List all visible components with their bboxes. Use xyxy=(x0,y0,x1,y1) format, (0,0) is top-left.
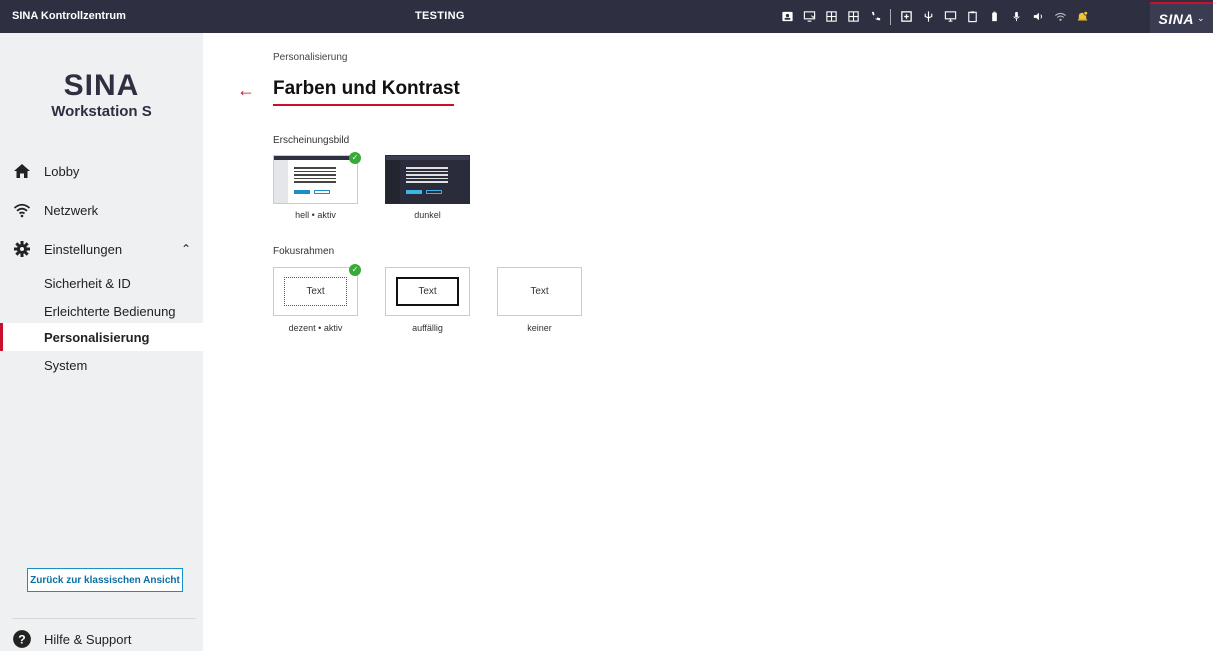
home-icon xyxy=(12,162,32,180)
tray-separator xyxy=(890,8,891,25)
focus-option-none[interactable]: Text xyxy=(497,267,582,316)
sidebar: SINA Workstation S Lobby Netzwerk Einste… xyxy=(0,33,203,651)
clipboard-icon[interactable] xyxy=(961,0,983,33)
grid-icon[interactable] xyxy=(820,0,842,33)
focus-sample-text: Text xyxy=(530,286,549,297)
sidebar-item-einstellungen[interactable]: Einstellungen ⌃ xyxy=(0,235,203,263)
brand-logo-small: SINA xyxy=(1158,10,1194,27)
brand-block: SINA Workstation S xyxy=(0,69,203,121)
breadcrumb[interactable]: Personalisierung xyxy=(273,52,348,63)
battery-icon[interactable] xyxy=(983,0,1005,33)
page-title: Farben und Kontrast xyxy=(273,78,460,99)
focus-sample-text: Text xyxy=(306,286,325,297)
svg-text:?: ? xyxy=(18,632,25,646)
usb-icon[interactable] xyxy=(917,0,939,33)
back-arrow-icon[interactable]: ← xyxy=(237,81,255,99)
sidebar-item-label: Lobby xyxy=(44,163,80,179)
title-underline xyxy=(273,104,454,106)
main-content: Personalisierung ← Farben und Kontrast E… xyxy=(203,33,1213,651)
sidebar-subitem-erleichterte-bedienung[interactable]: Erleichterte Bedienung xyxy=(0,297,203,325)
appearance-option-dark[interactable] xyxy=(385,155,470,204)
classic-view-button[interactable]: Zurück zur klassischen Ansicht xyxy=(27,568,183,592)
sidebar-item-label: Netzwerk xyxy=(44,202,99,218)
brand-logo: SINA xyxy=(63,69,140,102)
sidebar-subitem-personalisierung[interactable]: Personalisierung xyxy=(0,323,203,351)
focus-caption-none: keiner xyxy=(527,323,552,333)
appearance-label: Erscheinungsbild xyxy=(273,135,350,146)
check-icon: ✓ xyxy=(349,264,361,276)
focus-frame-label: Fokusrahmen xyxy=(273,246,335,257)
focus-sample-text: Text xyxy=(418,286,437,297)
phone-icon[interactable] xyxy=(864,0,886,33)
check-icon: ✓ xyxy=(349,152,361,164)
chevron-up-icon[interactable]: ⌃ xyxy=(181,242,191,256)
product-name: Workstation S xyxy=(51,103,152,120)
desktop-connect-icon[interactable] xyxy=(798,0,820,33)
sidebar-item-lobby[interactable]: Lobby xyxy=(0,157,203,185)
wifi-icon xyxy=(12,201,32,219)
appearance-caption-dark: dunkel xyxy=(414,210,441,220)
grid-alt-icon[interactable] xyxy=(842,0,864,33)
sidebar-subitem-system[interactable]: System xyxy=(0,351,203,379)
id-card-icon[interactable] xyxy=(776,0,798,33)
sidebar-item-netzwerk[interactable]: Netzwerk xyxy=(0,196,203,224)
gear-icon xyxy=(12,240,32,258)
notification-bell-icon[interactable] xyxy=(1071,0,1093,33)
focus-caption-subtle: dezent • aktiv xyxy=(288,323,343,333)
app-title: SINA Kontrollzentrum xyxy=(12,10,126,22)
brand-menu[interactable]: SINA ⌄ xyxy=(1150,2,1213,33)
focus-option-bold[interactable]: Text xyxy=(385,267,470,316)
window-add-icon[interactable] xyxy=(895,0,917,33)
monitor-icon[interactable] xyxy=(939,0,961,33)
environment-label: TESTING xyxy=(415,10,465,22)
help-icon: ? xyxy=(12,629,32,649)
sidebar-item-label: Einstellungen xyxy=(44,241,123,257)
sidebar-divider xyxy=(12,618,196,619)
help-support-link[interactable]: ? Hilfe & Support xyxy=(0,627,203,651)
top-bar: SINA Kontrollzentrum TESTING SINA ⌄ xyxy=(0,0,1213,33)
speaker-icon[interactable] xyxy=(1027,0,1049,33)
wifi-icon[interactable] xyxy=(1049,0,1071,33)
sidebar-subitem-sicherheit[interactable]: Sicherheit & ID xyxy=(0,269,203,297)
focus-option-subtle[interactable]: Text ✓ xyxy=(273,264,361,316)
help-label: Hilfe & Support xyxy=(44,631,132,647)
system-tray xyxy=(776,0,1093,33)
appearance-option-light[interactable]: ✓ xyxy=(273,152,361,204)
chevron-down-icon: ⌄ xyxy=(1196,13,1205,23)
microphone-icon[interactable] xyxy=(1005,0,1027,33)
appearance-caption-light: hell • aktiv xyxy=(295,210,336,220)
focus-caption-bold: auffällig xyxy=(412,323,443,333)
